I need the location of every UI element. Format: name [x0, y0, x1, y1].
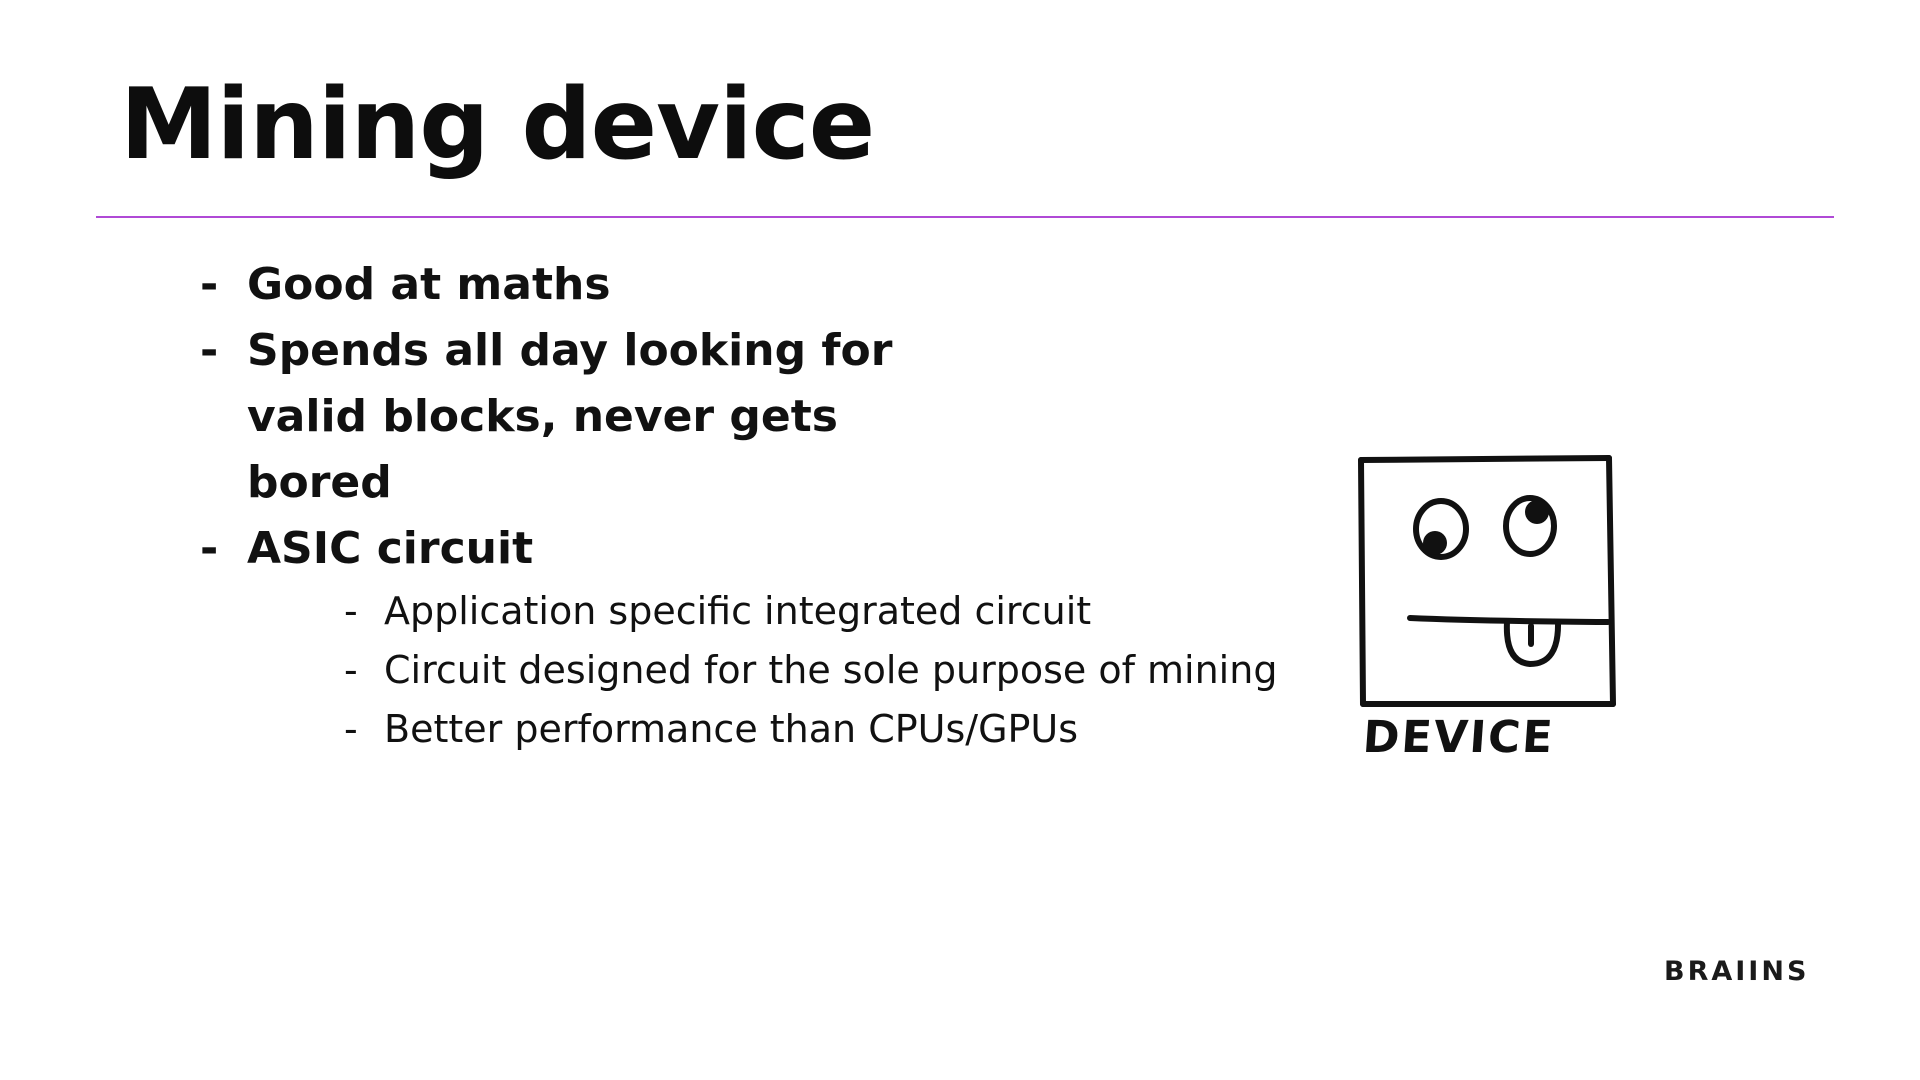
sub-bullet-item: - Circuit designed for the sole purpose … [344, 641, 1300, 700]
sub-bullet-text: Circuit designed for the sole purpose of… [384, 648, 1278, 692]
braiins-logo: BRAIINS [1664, 956, 1810, 987]
bullet-marker: - [200, 325, 219, 376]
sub-bullet-item: - Better performance than CPUs/GPUs [344, 700, 1300, 759]
bullet-item: - ASIC circuit - Application specific in… [200, 516, 1300, 759]
sub-bullet-marker: - [344, 589, 358, 633]
slide-title: Mining device [120, 68, 875, 182]
sub-bullet-marker: - [344, 707, 358, 751]
slide: Mining device - Good at maths - Spends a… [0, 0, 1920, 1080]
bullet-marker: - [200, 259, 219, 310]
title-divider [96, 216, 1834, 218]
sub-bullet-marker: - [344, 648, 358, 692]
right-pupil [1525, 500, 1549, 524]
bullet-text: Spends all day looking for valid blocks,… [247, 325, 893, 508]
bullet-list: - Good at maths - Spends all day looking… [200, 252, 1300, 759]
sub-bullet-text: Application specific integrated circuit [384, 589, 1092, 633]
bullet-item: - Spends all day looking for valid block… [200, 318, 967, 516]
bullet-text: ASIC circuit [247, 523, 534, 574]
sub-bullet-list: - Application specific integrated circui… [247, 582, 1300, 759]
sub-bullet-item: - Application specific integrated circui… [344, 582, 1300, 641]
left-pupil [1423, 531, 1447, 555]
bullet-text: Good at maths [247, 259, 611, 310]
device-caption: DEVICE [1361, 712, 1557, 763]
sub-bullet-text: Better performance than CPUs/GPUs [384, 707, 1079, 751]
bullet-marker: - [200, 523, 219, 574]
bullet-item: - Good at maths [200, 252, 1300, 318]
